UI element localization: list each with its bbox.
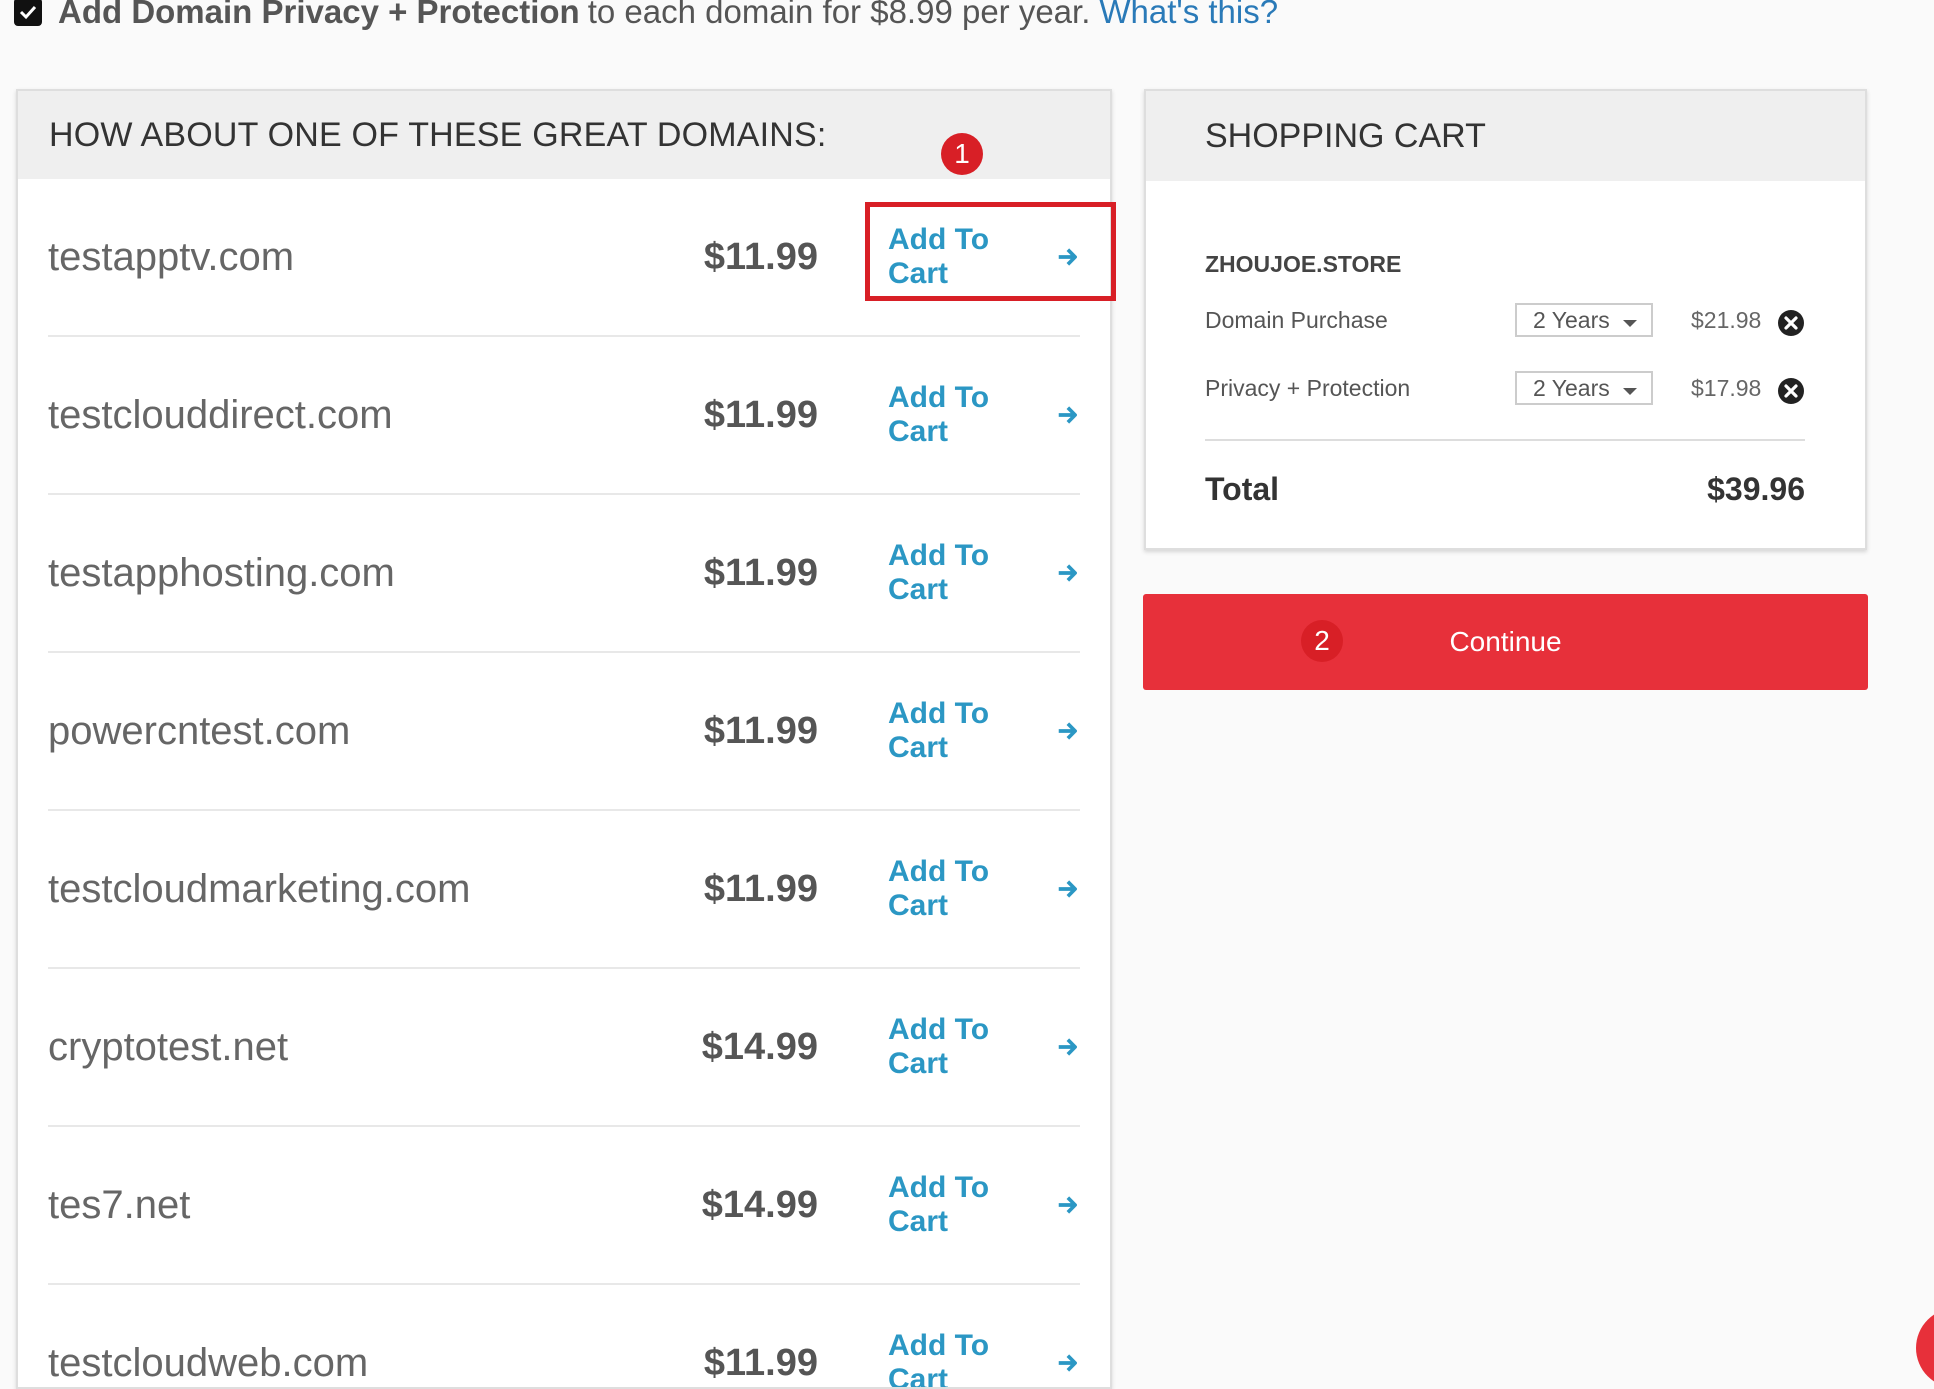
privacy-option: Add Domain Privacy + Protection to each …: [14, 0, 1278, 32]
add-to-cart-label: Add To Cart: [888, 1329, 990, 1389]
arrow-right-icon: [1059, 1196, 1078, 1214]
step-marker-2: 2: [1301, 620, 1343, 662]
add-to-cart-label: Add To Cart: [888, 855, 990, 922]
arrow-right-icon: [1059, 1038, 1078, 1056]
domain-price: $11.99: [703, 551, 818, 594]
add-to-cart-button[interactable]: Add To Cart: [888, 1013, 1080, 1081]
domain-name: testcloudweb.com: [48, 1340, 369, 1385]
continue-label: Continue: [1449, 626, 1562, 657]
domain-price: $11.99: [703, 393, 818, 436]
cart-divider: [1205, 439, 1805, 441]
add-to-cart-button[interactable]: Add To Cart: [888, 539, 1080, 607]
chat-bubble[interactable]: [1916, 1308, 1934, 1388]
add-to-cart-button[interactable]: Add To Cart: [888, 1329, 1080, 1389]
domain-name: testcloudmarketing.com: [48, 866, 471, 911]
arrow-right-icon: [1059, 880, 1078, 898]
check-icon: [19, 5, 37, 20]
total-value: $39.96: [1707, 471, 1805, 507]
arrow-right-icon: [1059, 1354, 1078, 1372]
suggestion-row: cryptotest.net $14.99 Add To Cart: [48, 969, 1080, 1127]
highlight-box: [865, 202, 1116, 301]
domain-price: $11.99: [703, 867, 818, 910]
cart-line-label: Domain Purchase: [1205, 306, 1388, 333]
caret-down-icon: [1623, 319, 1637, 327]
domain-name: testapptv.com: [48, 234, 295, 279]
add-to-cart-button[interactable]: Add To Cart: [888, 855, 1080, 923]
add-to-cart-label: Add To Cart: [888, 381, 990, 448]
domain-price: $14.99: [701, 1025, 818, 1068]
domain-name: cryptotest.net: [48, 1024, 289, 1069]
cart-header: SHOPPING CART: [1146, 91, 1865, 181]
suggestion-row: testcloudmarketing.com $11.99 Add To Car…: [48, 811, 1080, 969]
domain-name: powercntest.com: [48, 708, 351, 753]
cart-line-price: $21.98: [1691, 306, 1762, 333]
add-to-cart-label: Add To Cart: [888, 1171, 990, 1238]
add-to-cart-label: Add To Cart: [888, 697, 990, 764]
cart-line-price: $17.98: [1691, 374, 1762, 401]
add-to-cart-label: Add To Cart: [888, 1013, 990, 1080]
domain-name: testapphosting.com: [48, 550, 395, 595]
cart-domain-name: ZHOUJOE.STORE: [1205, 251, 1402, 277]
add-to-cart-button[interactable]: Add To Cart: [888, 381, 1080, 449]
domain-price: $11.99: [703, 1341, 818, 1384]
caret-down-icon: [1623, 387, 1637, 395]
remove-circle-icon[interactable]: [1777, 377, 1805, 405]
domain-name: testclouddirect.com: [48, 392, 393, 437]
suggestion-row: testcloudweb.com $11.99 Add To Cart: [48, 1285, 1080, 1389]
remove-circle-icon[interactable]: [1777, 309, 1805, 337]
domain-price: $14.99: [701, 1183, 818, 1226]
term-select[interactable]: 2 Years: [1515, 371, 1653, 405]
cart-line-domain-purchase: Domain Purchase 2 Years $21.98: [1205, 300, 1805, 340]
term-value: 2 Years: [1533, 306, 1610, 333]
add-to-cart-button[interactable]: Add To Cart: [888, 1171, 1080, 1239]
suggestion-row: testapphosting.com $11.99 Add To Cart: [48, 495, 1080, 653]
privacy-checkbox[interactable]: [14, 0, 42, 26]
suggestion-row: tes7.net $14.99 Add To Cart: [48, 1127, 1080, 1285]
term-select[interactable]: 2 Years: [1515, 303, 1653, 337]
privacy-description: to each domain for $8.99 per year.: [587, 0, 1091, 30]
add-to-cart-button[interactable]: Add To Cart: [888, 697, 1080, 765]
term-value: 2 Years: [1533, 374, 1610, 401]
cart-line-label: Privacy + Protection: [1205, 374, 1411, 401]
whats-this-link[interactable]: What's this?: [1099, 0, 1278, 31]
arrow-right-icon: [1059, 564, 1078, 582]
domain-price: $11.99: [703, 709, 818, 752]
arrow-right-icon: [1059, 722, 1078, 740]
continue-button[interactable]: Continue: [1143, 594, 1868, 690]
domain-name: tes7.net: [48, 1182, 191, 1227]
suggestion-row: testclouddirect.com $11.99 Add To Cart: [48, 337, 1080, 495]
total-label: Total: [1205, 471, 1280, 507]
shopping-cart-panel: SHOPPING CART ZHOUJOE.STORE Domain Purch…: [1144, 89, 1867, 550]
domain-price: $11.99: [703, 235, 818, 278]
privacy-title: Add Domain Privacy + Protection: [58, 0, 580, 30]
cart-line-privacy: Privacy + Protection 2 Years $17.98: [1205, 368, 1805, 408]
add-to-cart-label: Add To Cart: [888, 539, 990, 606]
step-marker-1: 1: [941, 133, 983, 175]
arrow-right-icon: [1059, 406, 1078, 424]
suggestion-row: powercntest.com $11.99 Add To Cart: [48, 653, 1080, 811]
